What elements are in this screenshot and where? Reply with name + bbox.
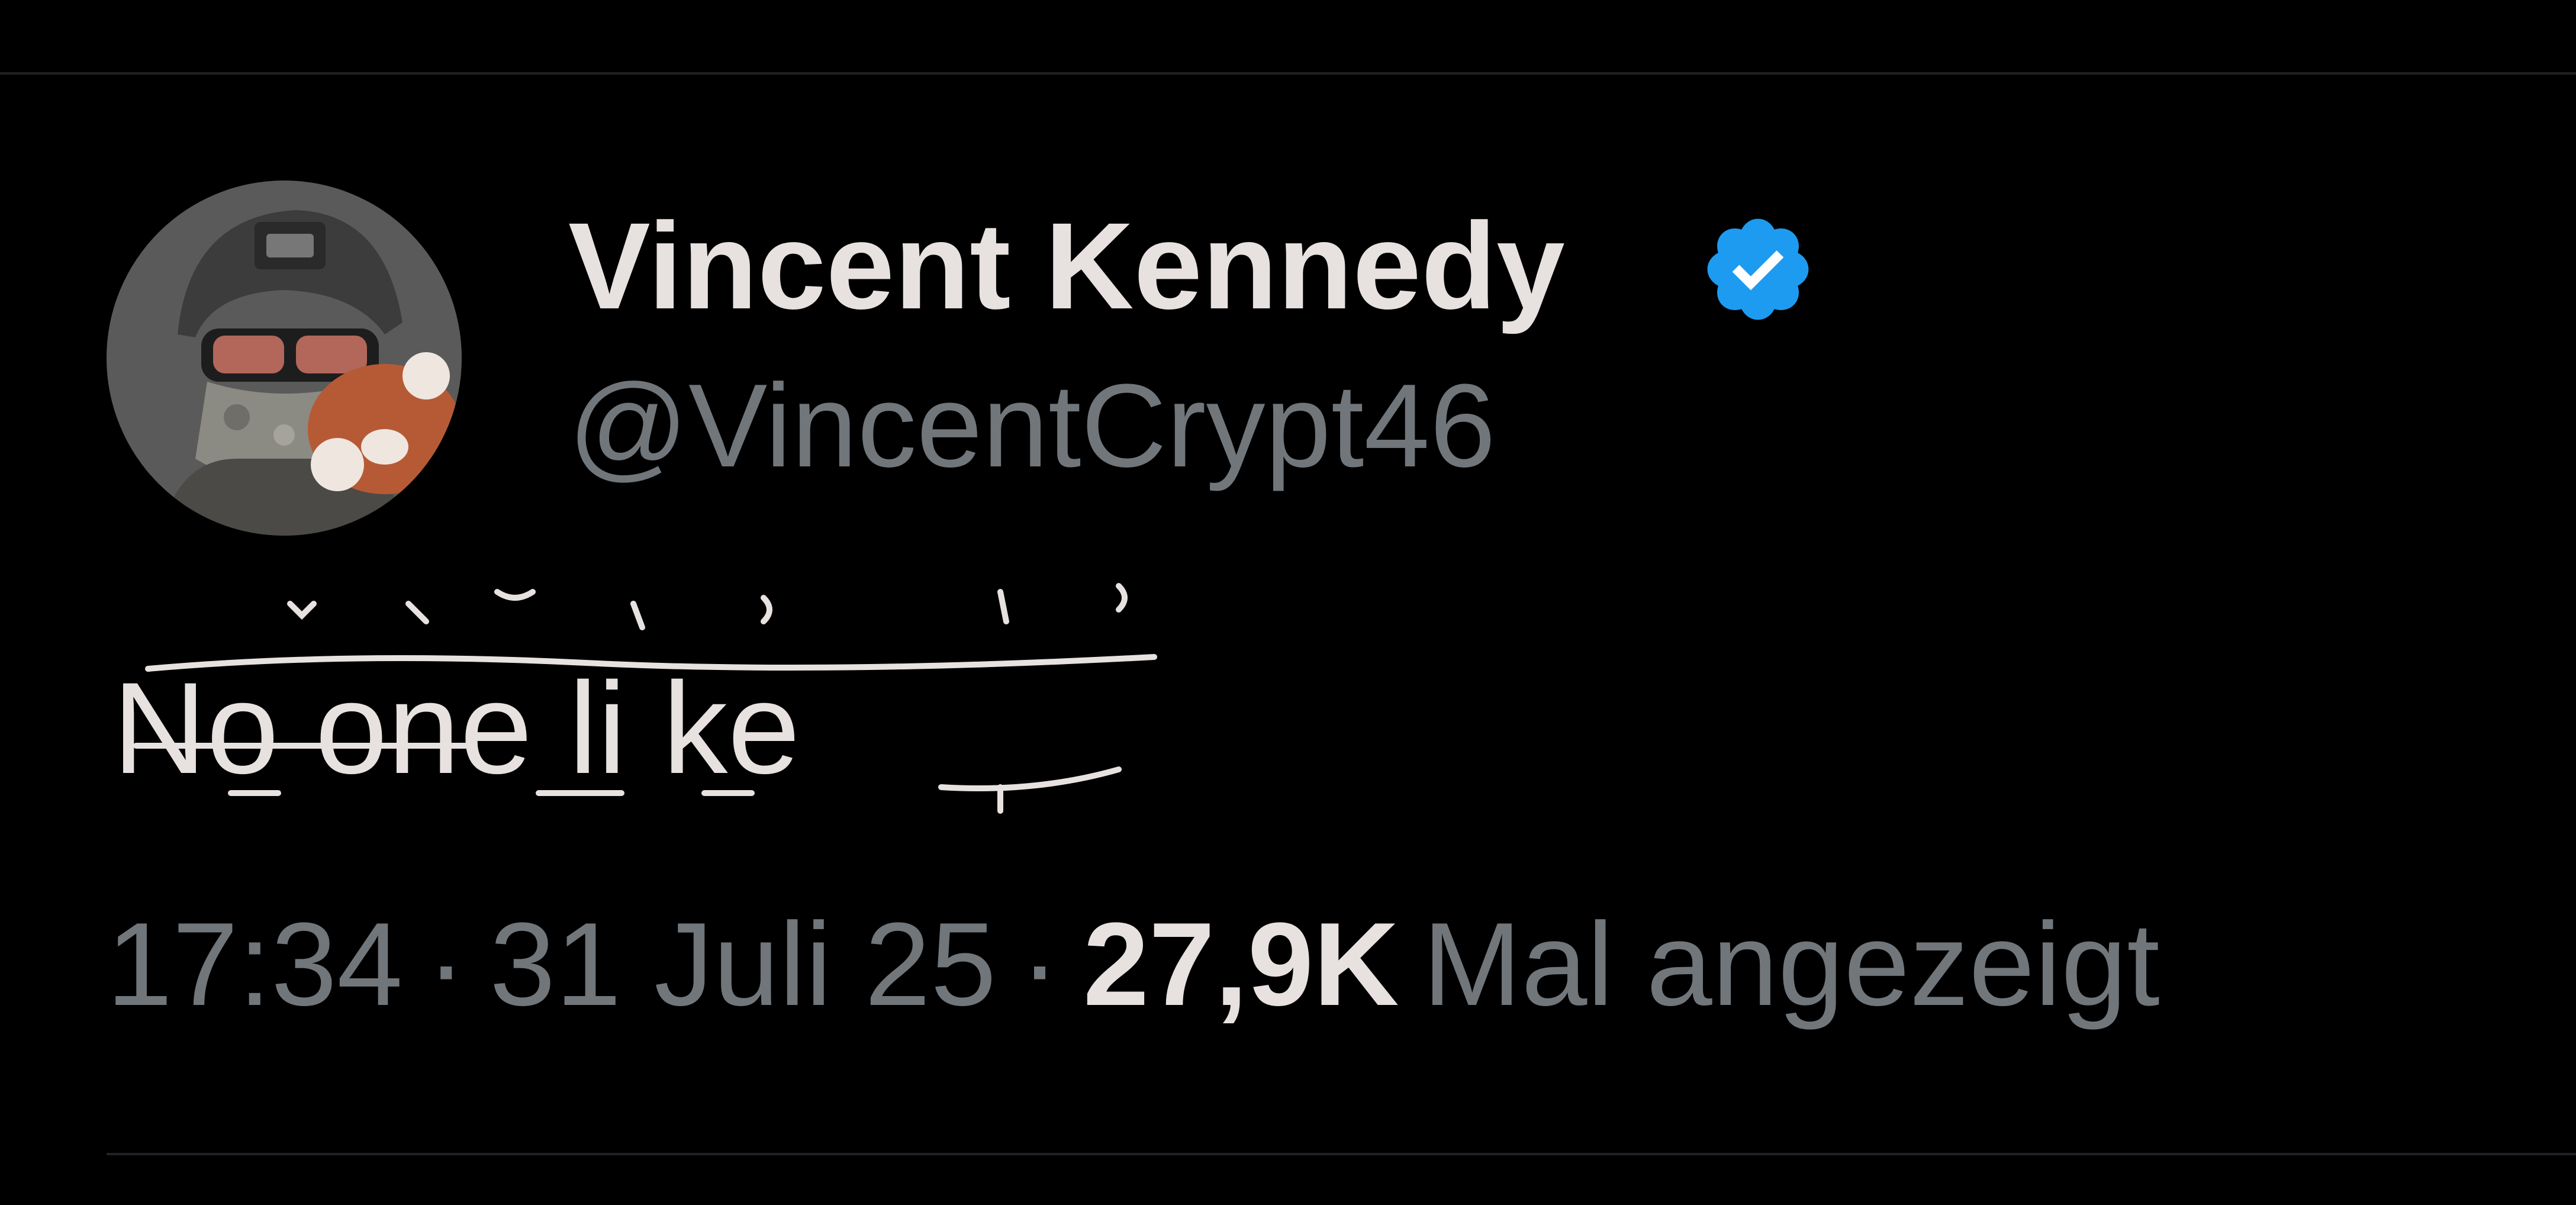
tweet-meta: 17:34 · 31 Juli 25 · 27,9K Mal angezeigt xyxy=(107,900,2160,1030)
views-label: Mal angezeigt xyxy=(1422,898,2160,1030)
avatar[interactable] xyxy=(107,181,462,536)
tweet-date[interactable]: 31 Juli 25 xyxy=(490,906,996,1024)
profile-photo-icon xyxy=(107,181,462,536)
views-count: 27,9K xyxy=(1083,898,1399,1030)
display-name[interactable]: Vincent Kennedy xyxy=(568,195,1565,337)
meta-separator: · xyxy=(1020,898,1060,1030)
tweet-text: No one li ke xyxy=(112,655,800,801)
verified-badge-icon xyxy=(1707,218,1809,320)
bottom-divider xyxy=(107,1153,2576,1155)
tweet-time[interactable]: 17:34 xyxy=(107,906,403,1024)
meta-separator: · xyxy=(426,898,466,1030)
username-handle[interactable]: @VincentCrypt46 xyxy=(568,361,1496,491)
top-divider xyxy=(0,72,2576,75)
